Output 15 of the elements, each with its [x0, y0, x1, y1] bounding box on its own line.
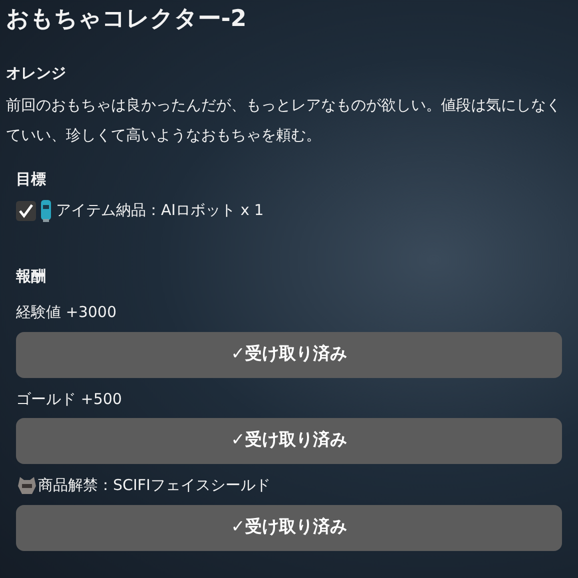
rewards-heading: 報酬 [16, 266, 47, 287]
client-name: オレンジ [6, 62, 67, 84]
objectives-heading: 目標 [16, 169, 47, 190]
quest-description: 前回のおもちゃは良かったんだが、もっとレアなものが欲しい。値段は気にしなくていい、珍しくて高いようなおもちゃを頼む。 [6, 95, 562, 146]
claim-button[interactable]: ✓受け取り済み [16, 504, 562, 551]
claim-button[interactable]: ✓受け取り済み [16, 418, 562, 464]
reward-label: 商品解禁：SCIFIフェイスシールド [38, 475, 270, 496]
objective-text: アイテム納品：AIロボット x 1 [56, 200, 264, 222]
checkbox[interactable] [16, 200, 36, 221]
reward-label: ゴールド +500 [16, 388, 122, 410]
claim-button[interactable]: ✓受け取り済み [16, 332, 562, 378]
reward-label: 経験値 +3000 [16, 302, 117, 324]
quest-title: おもちゃコレクター-2 [6, 6, 248, 34]
robot-icon [40, 198, 52, 223]
face-shield-icon [16, 474, 38, 496]
